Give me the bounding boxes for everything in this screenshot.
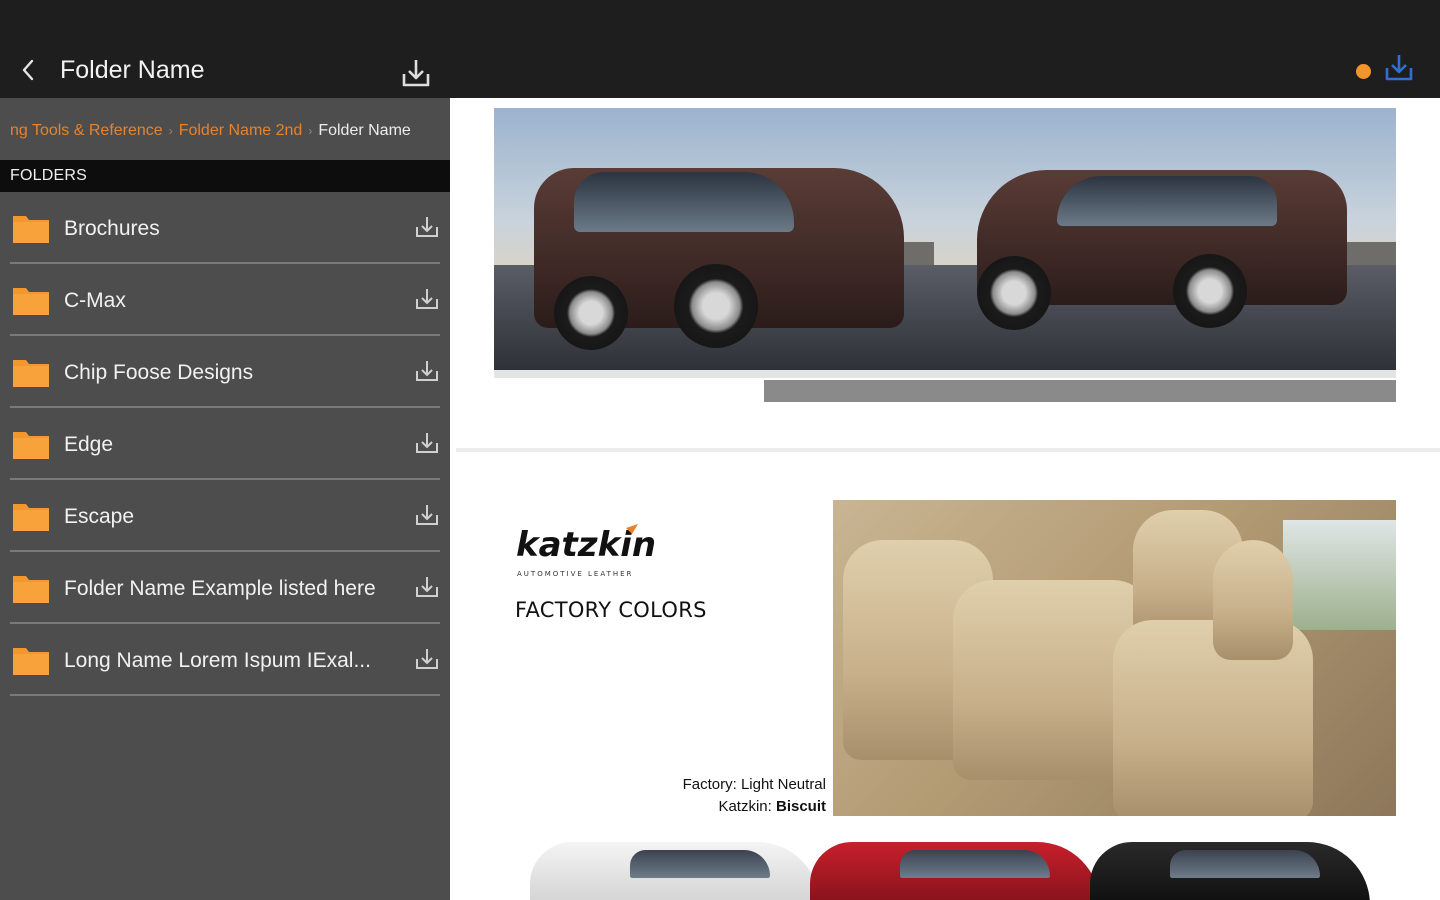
vehicle-thumb-white	[530, 842, 820, 900]
color-caption: Factory: Light Neutral Katzkin: Biscuit	[683, 774, 826, 818]
page-title: Folder Name	[60, 56, 205, 84]
svg-text:katzkin: katzkin	[516, 525, 656, 565]
page-shadow	[494, 370, 1396, 378]
folder-icon	[13, 504, 49, 531]
download-icon[interactable]	[414, 502, 440, 528]
folder-item-escape[interactable]: Escape	[0, 480, 450, 552]
folder-icon	[13, 432, 49, 459]
folder-label: Chip Foose Designs	[64, 361, 254, 384]
vehicle-photo-front	[494, 108, 937, 370]
page-banner-bar	[764, 380, 1396, 402]
folder-item-brochures[interactable]: Brochures	[0, 192, 450, 264]
breadcrumb-current: Folder Name	[318, 122, 411, 139]
folder-label: Long Name Lorem Ispum IExal...	[64, 649, 371, 672]
breadcrumb: ng Tools & Reference › Folder Name 2nd › Fol…	[0, 98, 450, 160]
sidebar: ng Tools & Reference › Folder Name 2nd › Fol…	[0, 98, 450, 900]
folder-label: Edge	[64, 433, 114, 456]
folder-item-long-name[interactable]: Long Name Lorem Ispum IExal...	[0, 624, 450, 696]
caption-factory-value: Light Neutral	[740, 776, 826, 793]
folder-icon	[13, 288, 49, 315]
document-viewer[interactable]: katzkin AUTOMOTIVE LEATHER FACTORY COLOR…	[450, 98, 1440, 900]
breadcrumb-separator-icon: ›	[168, 124, 173, 138]
folder-item-edge[interactable]: Edge	[0, 408, 450, 480]
caption-katzkin-value: Biscuit	[775, 798, 826, 815]
download-icon[interactable]	[414, 214, 440, 240]
sidebar-header: Folder Name	[0, 0, 450, 98]
download-icon	[402, 60, 430, 87]
download-icon[interactable]	[414, 358, 440, 384]
folders-section-header: FOLDERS	[0, 160, 450, 192]
katzkin-logo: katzkin AUTOMOTIVE LEATHER	[516, 524, 656, 578]
folder-item-chip-foose-designs[interactable]: Chip Foose Designs	[0, 336, 450, 408]
breadcrumb-separator-icon: ›	[308, 124, 313, 138]
folder-icon	[13, 216, 49, 243]
vehicle-thumb-black	[1090, 842, 1370, 900]
status-dot-icon	[1356, 64, 1371, 79]
interior-photo	[833, 500, 1396, 816]
download-icon[interactable]	[414, 430, 440, 456]
download-icon	[1385, 55, 1413, 81]
folder-icon	[13, 576, 49, 603]
download-icon[interactable]	[414, 574, 440, 600]
folder-label: Escape	[64, 505, 135, 528]
folder-icon	[13, 648, 49, 675]
download-icon[interactable]	[414, 286, 440, 312]
folder-label: Brochures	[64, 217, 160, 240]
chevron-left-icon	[22, 59, 34, 81]
vehicle-thumb-red	[810, 842, 1100, 900]
section-title: FACTORY COLORS	[515, 598, 707, 622]
folder-item-c-max[interactable]: C-Max	[0, 264, 450, 336]
svg-text:AUTOMOTIVE LEATHER: AUTOMOTIVE LEATHER	[517, 570, 633, 578]
folder-icon	[13, 360, 49, 387]
caption-katzkin-label: Katzkin:	[718, 798, 772, 815]
breadcrumb-item-folder-2nd[interactable]: Folder Name 2nd	[179, 122, 303, 139]
document-download-button[interactable]	[1382, 52, 1416, 84]
page-divider	[456, 448, 1440, 452]
caption-factory-label: Factory:	[682, 776, 737, 793]
folder-list: Brochures C-Max Chip Foose Designs Edge …	[0, 192, 450, 696]
back-button[interactable]	[14, 54, 42, 86]
folder-label: C-Max	[64, 289, 126, 312]
folder-item-folder-name-example[interactable]: Folder Name Example listed here	[0, 552, 450, 624]
document-page-vehicle-photos	[494, 108, 1396, 370]
breadcrumb-item-tools[interactable]: ng Tools & Reference	[10, 122, 163, 139]
download-icon[interactable]	[414, 646, 440, 672]
vehicle-photo-rear	[937, 108, 1396, 370]
download-all-button[interactable]	[398, 56, 434, 90]
folder-label: Folder Name Example listed here	[64, 577, 376, 600]
